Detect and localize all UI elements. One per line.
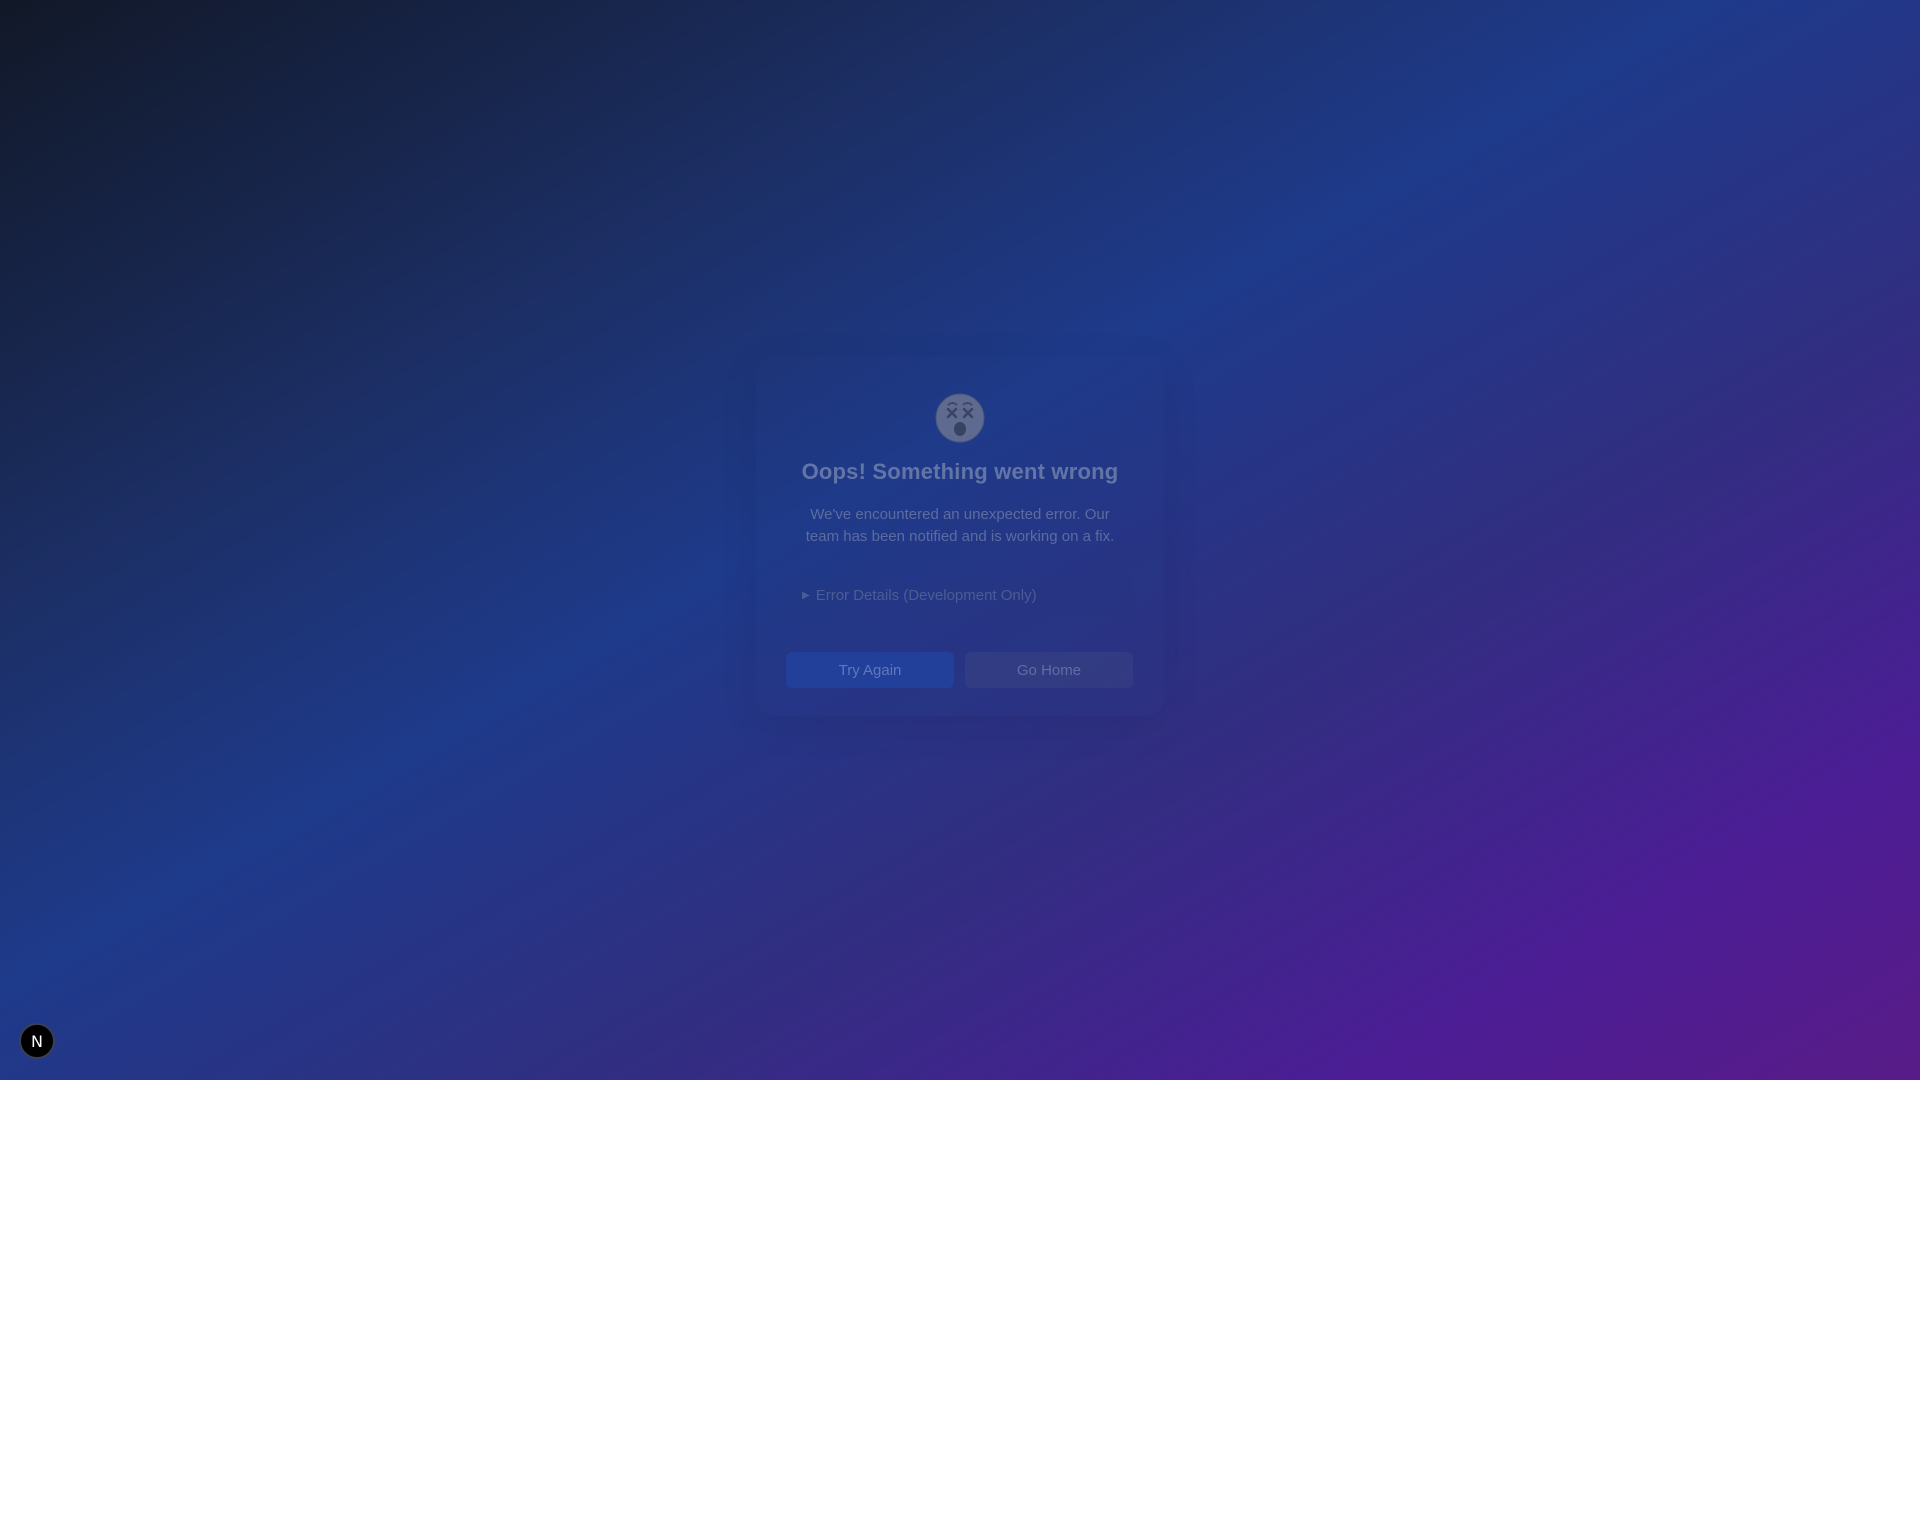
go-home-button[interactable]: Go Home [965,652,1133,688]
expand-triangle-icon: ▶ [802,590,810,601]
error-description: We've encountered an unexpected error. O… [805,506,1115,545]
error-title: Oops! Something went wrong [801,459,1119,484]
error-details-toggle[interactable]: ▶ Error Details (Development Only) [802,587,1037,604]
nextjs-logo-icon: N [31,1031,43,1051]
try-again-button[interactable]: Try Again [786,652,954,688]
dizzy-face-icon [935,393,985,443]
error-details-label: Error Details (Development Only) [815,587,1037,604]
nextjs-dev-indicator-button[interactable]: N [19,1023,55,1059]
page-background: Oops! Something went wrong We've encount… [0,0,1920,1080]
